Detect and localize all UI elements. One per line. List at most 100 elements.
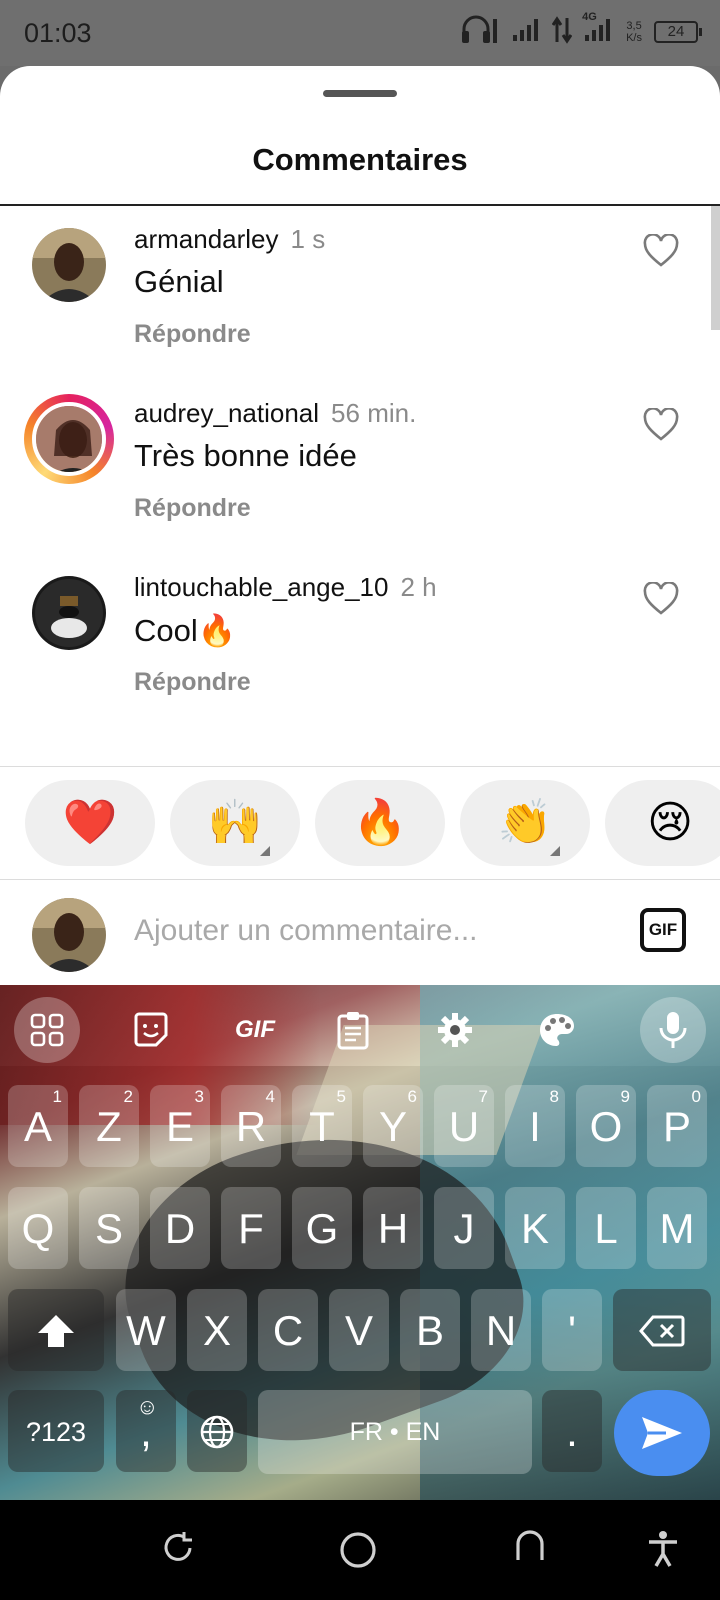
key-k[interactable]: K [505,1187,565,1269]
sticker-icon[interactable] [118,997,184,1063]
skin-tone-corner-icon [550,846,560,856]
back-icon[interactable] [512,1530,548,1571]
comment-author[interactable]: armandarley 1 s [134,224,325,255]
key-hint: 5 [336,1087,346,1106]
story-ring[interactable] [24,394,114,484]
apps-grid-icon[interactable] [14,997,80,1063]
key-c[interactable]: C [258,1289,318,1371]
keyboard-toolbar: GIF [0,985,720,1065]
microphone-icon[interactable] [640,997,706,1063]
comment-input[interactable] [134,896,594,966]
comma-emoji-key[interactable]: , ☺ [116,1390,176,1472]
key-j[interactable]: J [434,1187,494,1269]
recent-apps-icon[interactable] [160,1530,196,1571]
key-q[interactable]: Q [8,1187,68,1269]
key-hint: 0 [691,1087,701,1106]
composer-divider [0,879,720,880]
reply-button[interactable]: Répondre [134,494,251,523]
key-apostrophe[interactable]: ' [542,1289,602,1371]
reaction-raising-hands[interactable]: 🙌 [170,780,300,866]
headphones-icon [460,15,500,50]
avatar[interactable] [32,402,106,476]
key-hint: 2 [123,1087,133,1106]
key-o[interactable]: O9 [576,1085,636,1167]
key-g[interactable]: G [292,1187,352,1269]
key-x[interactable]: X [187,1289,247,1371]
comments-sheet: Commentaires armandarley 1 s Génial Répon… [0,66,720,1066]
comment-item: lintouchable_ange_10 2 h Cool🔥 Répondre [0,572,700,722]
key-t[interactable]: T5 [292,1085,352,1167]
key-m[interactable]: M [647,1187,707,1269]
comment-author[interactable]: audrey_national 56 min. [134,398,416,429]
key-b[interactable]: B [400,1289,460,1371]
accessibility-icon[interactable] [646,1530,680,1573]
comment-author[interactable]: lintouchable_ange_10 2 h [134,572,437,603]
reactions-divider [0,766,720,767]
reaction-clapping[interactable]: 👏 [460,780,590,866]
clipboard-icon[interactable] [320,997,386,1063]
key-label: I [529,1103,541,1150]
status-time: 01:03 [24,18,92,48]
key-f[interactable]: F [221,1187,281,1269]
language-globe-icon[interactable] [187,1390,247,1472]
key-s[interactable]: S [79,1187,139,1269]
shift-key[interactable] [8,1289,104,1371]
key-n[interactable]: N [471,1289,531,1371]
reaction-crying[interactable]: 😢 [605,780,720,866]
reply-button[interactable]: Répondre [134,668,251,697]
network-type: 4G [582,10,597,23]
comment-time: 56 min. [331,398,417,428]
key-d[interactable]: D [150,1187,210,1269]
key-r[interactable]: R4 [221,1085,281,1167]
settings-gear-icon[interactable] [422,997,488,1063]
keyboard-gif-button[interactable]: GIF [222,997,288,1063]
key-u[interactable]: U7 [434,1085,494,1167]
comment-text: Cool🔥 [134,613,237,648]
key-h[interactable]: H [363,1187,423,1269]
key-hint: 4 [265,1087,275,1106]
key-z[interactable]: Z2 [79,1085,139,1167]
like-heart-icon[interactable] [643,407,679,442]
gif-button[interactable]: GIF [640,908,686,952]
composer-avatar [32,898,106,972]
comment-text: Génial [134,264,224,299]
key-p[interactable]: P0 [647,1085,707,1167]
reaction-heart[interactable]: ❤️ [25,780,155,866]
period-key[interactable]: . [542,1390,602,1472]
comment-username[interactable]: lintouchable_ange_10 [134,572,388,602]
like-heart-icon[interactable] [643,233,679,268]
comment-username[interactable]: armandarley [134,224,279,254]
status-bar: 01:03 4G 3,5 K/s 24 [0,0,720,66]
key-i[interactable]: I8 [505,1085,565,1167]
key-l[interactable]: L [576,1187,636,1269]
home-icon[interactable] [338,1530,378,1575]
key-hint: 6 [407,1087,417,1106]
space-bar[interactable]: FR • EN [258,1390,532,1474]
key-a[interactable]: A1 [8,1085,68,1167]
reaction-fire[interactable]: 🔥 [315,780,445,866]
key-label: U [448,1103,480,1150]
symbols-key[interactable]: ?123 [8,1390,104,1472]
key-label: T [309,1103,335,1150]
reaction-emoji: 🙌 [207,798,263,847]
key-e[interactable]: E3 [150,1085,210,1167]
theme-palette-icon[interactable] [524,997,590,1063]
key-hint: 9 [620,1087,630,1106]
send-arrow-icon[interactable] [614,1390,710,1476]
avatar[interactable] [32,228,106,302]
backspace-key[interactable] [613,1289,711,1371]
key-y[interactable]: Y6 [363,1085,423,1167]
reply-button[interactable]: Répondre [134,320,251,349]
comment-username[interactable]: audrey_national [134,398,319,428]
like-heart-icon[interactable] [643,581,679,616]
comment-time: 1 s [290,224,326,254]
key-label: P [662,1103,691,1150]
key-label: R [235,1103,267,1150]
signal-4g-icon: 4G [582,11,614,48]
avatar[interactable] [32,576,106,650]
drag-handle[interactable] [323,90,397,97]
scrollbar[interactable] [711,206,720,330]
sheet-title: Commentaires [252,142,468,177]
key-w[interactable]: W [116,1289,176,1371]
key-v[interactable]: V [329,1289,389,1371]
